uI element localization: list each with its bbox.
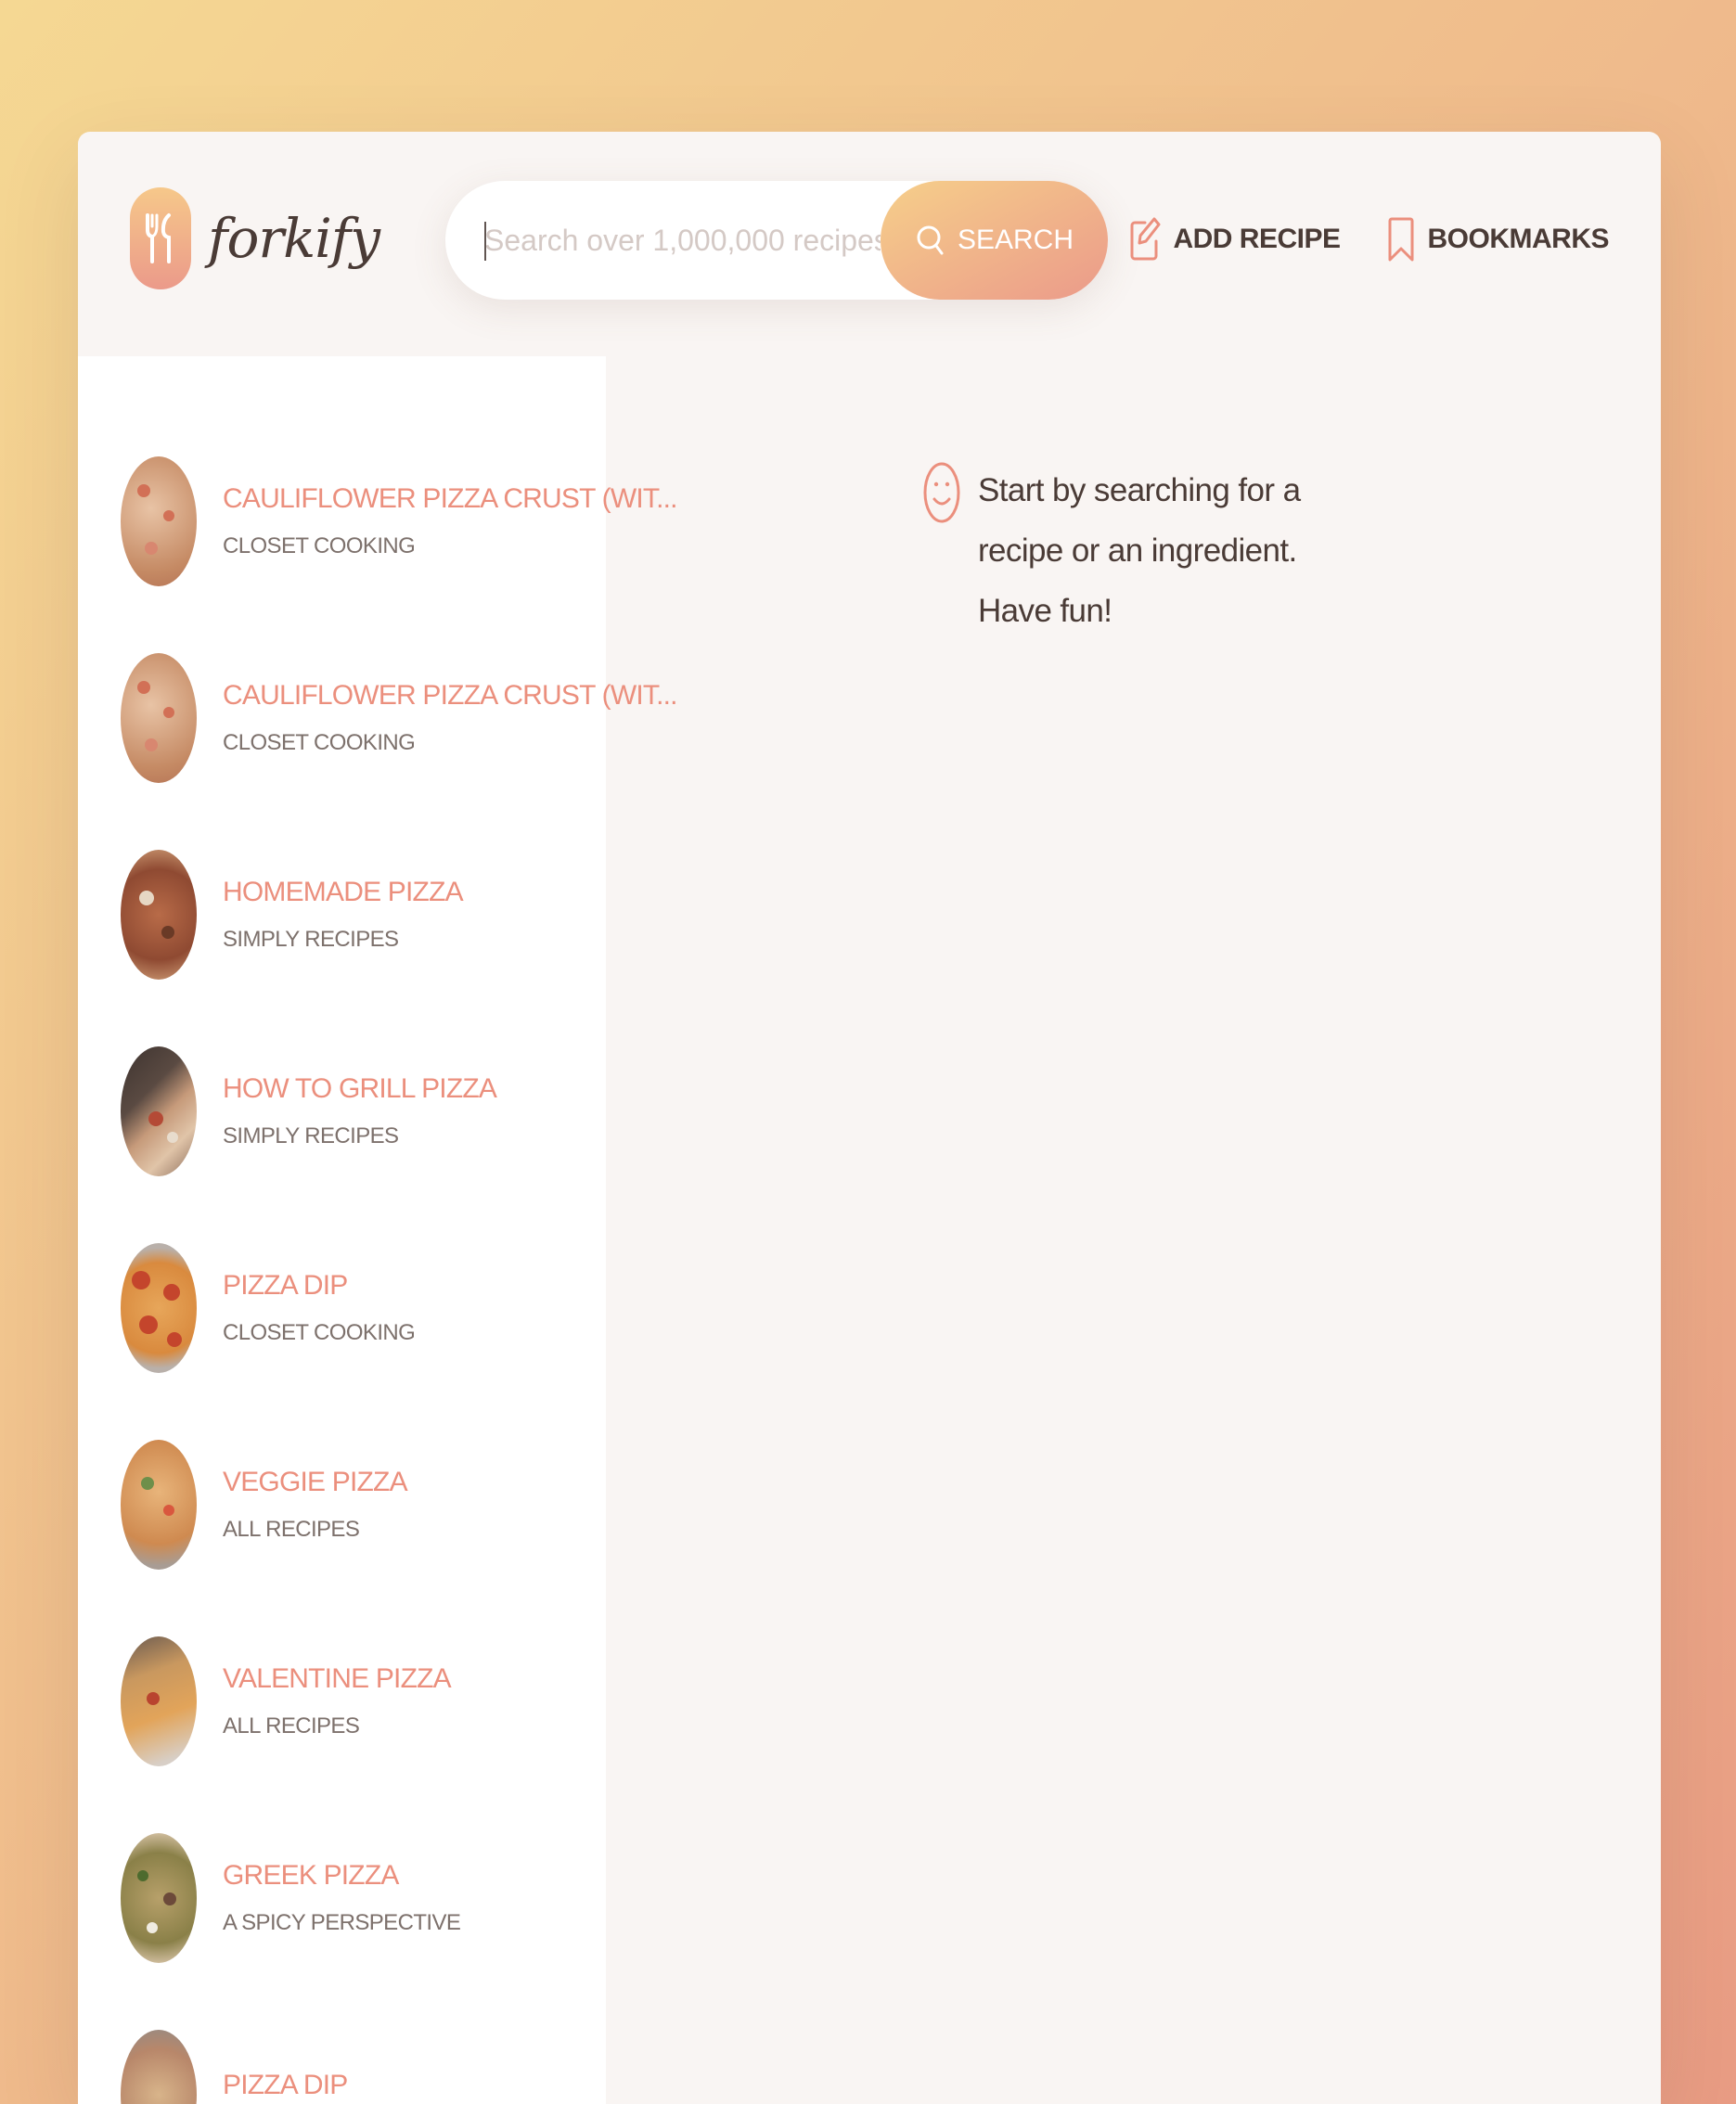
- result-title: Homemade Pizza: [223, 877, 464, 907]
- result-title: Cauliflower Pizza Crust (wit...: [223, 483, 677, 514]
- recipe-thumbnail: [121, 2030, 197, 2104]
- logo-text: forkify: [208, 207, 380, 270]
- result-publisher: Simply Recipes: [223, 927, 399, 952]
- start-message-text: Start by searching for a recipe or an in…: [978, 472, 1301, 629]
- bookmarks-button[interactable]: Bookmarks: [1385, 215, 1610, 263]
- result-publisher: Simply Recipes: [223, 1123, 399, 1148]
- result-item[interactable]: Cauliflower Pizza Crust (wit... Closet C…: [121, 456, 677, 586]
- result-publisher: Closet Cooking: [223, 730, 416, 755]
- bookmarks-label: Bookmarks: [1427, 224, 1610, 254]
- result-title: Valentine Pizza: [223, 1663, 452, 1694]
- result-publisher: Closet Cooking: [223, 1320, 416, 1345]
- result-item[interactable]: How to Grill Pizza Simply Recipes: [121, 1046, 585, 1176]
- nav: Add recipe Bookmarks: [1130, 215, 1609, 263]
- result-publisher: All Recipes: [223, 1713, 360, 1738]
- smile-icon: [923, 462, 960, 523]
- text-caret: [484, 222, 486, 261]
- header: forkify Search Add recipe: [78, 132, 1661, 356]
- search-form: Search: [445, 181, 1108, 300]
- bookmark-icon: [1388, 217, 1413, 262]
- result-title: Veggie Pizza: [223, 1467, 408, 1497]
- result-item[interactable]: Valentine Pizza All Recipes: [121, 1636, 585, 1766]
- recipe-thumbnail: [121, 1440, 197, 1570]
- search-results: Cauliflower Pizza Crust (wit... Closet C…: [78, 356, 677, 2104]
- logo[interactable]: forkify: [130, 187, 380, 289]
- edit-icon: [1130, 217, 1161, 261]
- recipe-thumbnail: [121, 1243, 197, 1373]
- app-container: forkify Search Add recipe: [78, 132, 1661, 2104]
- fork-knife-icon: [130, 187, 191, 289]
- search-input[interactable]: [445, 181, 881, 300]
- result-publisher: A Spicy Perspective: [223, 1910, 461, 1935]
- result-publisher: Closet Cooking: [223, 533, 416, 558]
- result-title: How to Grill Pizza: [223, 1073, 497, 1104]
- result-item[interactable]: Pizza Dip: [121, 2030, 585, 2104]
- recipe-thumbnail: [121, 1833, 197, 1963]
- result-item[interactable]: Veggie Pizza All Recipes: [121, 1440, 585, 1570]
- result-item[interactable]: Pizza Dip Closet Cooking: [121, 1243, 585, 1373]
- result-item[interactable]: Homemade Pizza Simply Recipes: [121, 850, 585, 980]
- result-item[interactable]: Cauliflower Pizza Crust (wit... Closet C…: [121, 653, 677, 783]
- result-title: Cauliflower Pizza Crust (wit...: [223, 680, 677, 711]
- search-button-label: Search: [957, 225, 1074, 255]
- recipe-thumbnail: [121, 1636, 197, 1766]
- search-icon: [917, 225, 944, 255]
- result-publisher: All Recipes: [223, 1517, 360, 1542]
- add-recipe-button[interactable]: Add recipe: [1130, 215, 1341, 263]
- recipe-thumbnail: [121, 850, 197, 980]
- result-title: Pizza Dip: [223, 1270, 348, 1301]
- result-item[interactable]: Greek Pizza A Spicy Perspective: [121, 1833, 585, 1963]
- add-recipe-label: Add recipe: [1173, 224, 1341, 254]
- search-button[interactable]: Search: [881, 181, 1108, 300]
- start-message: Start by searching for a recipe or an in…: [922, 460, 1349, 641]
- recipe-thumbnail: [121, 456, 197, 586]
- result-title: Pizza Dip: [223, 2070, 348, 2100]
- result-title: Greek Pizza: [223, 1860, 399, 1891]
- recipe-thumbnail: [121, 1046, 197, 1176]
- recipe-thumbnail: [121, 653, 197, 783]
